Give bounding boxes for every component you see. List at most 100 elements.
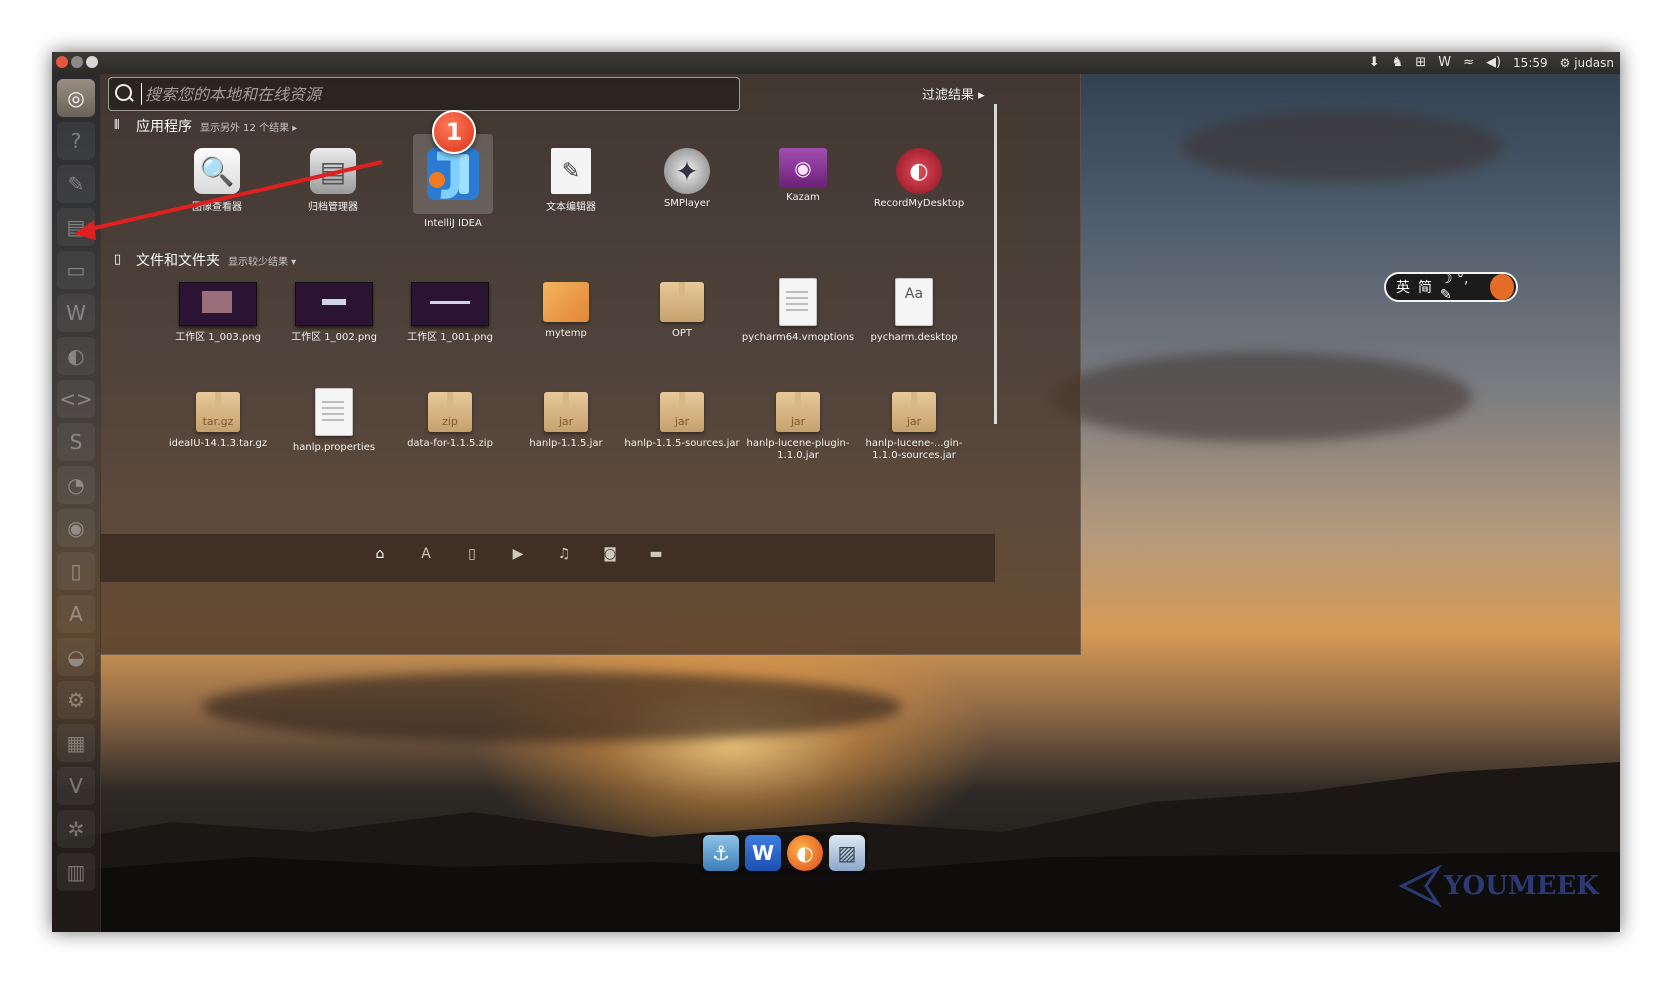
launcher-chrome-icon[interactable]: ◉ bbox=[57, 509, 95, 547]
file-label: 工作区 1_001.png bbox=[407, 332, 493, 343]
file-item[interactable]: pycharm64.vmoptions bbox=[738, 278, 858, 344]
archive-type-label: jar bbox=[790, 415, 806, 428]
file-label: 工作区 1_002.png bbox=[291, 332, 377, 343]
launcher-document-icon[interactable]: ▯ bbox=[57, 552, 95, 590]
launcher-sublime-icon[interactable]: S bbox=[57, 423, 95, 461]
app-kazam[interactable]: ◉ Kazam bbox=[748, 148, 858, 203]
app-label: Kazam bbox=[786, 192, 820, 203]
image-app-icon[interactable]: ▨ bbox=[829, 835, 865, 871]
file-label: hanlp.properties bbox=[292, 442, 376, 453]
files-lens-icon[interactable]: ▯ bbox=[464, 546, 480, 562]
file-item[interactable]: jar hanlp-lucene-...gin-1.1.0-sources.ja… bbox=[854, 392, 974, 462]
music-lens-icon[interactable]: ♫ bbox=[556, 546, 572, 562]
sogou-logo-icon[interactable] bbox=[1489, 274, 1514, 300]
file-item[interactable]: tar.gz ideaIU-14.1.3.tar.gz bbox=[158, 392, 278, 450]
anchor-app-icon[interactable]: ⚓ bbox=[703, 835, 739, 871]
text-document-icon bbox=[274, 388, 394, 436]
file-item[interactable]: OPT bbox=[622, 282, 742, 340]
volume-icon[interactable]: ◀) bbox=[1486, 55, 1501, 71]
file-item[interactable]: jar hanlp-1.1.5-sources.jar bbox=[622, 392, 742, 450]
jar-archive-icon: jar bbox=[622, 392, 742, 432]
social-lens-icon[interactable]: ▬ bbox=[648, 546, 664, 562]
home-lens-icon[interactable]: ⌂ bbox=[372, 546, 388, 562]
applications-lens-icon[interactable]: A bbox=[418, 546, 434, 562]
launcher-app-icon[interactable]: ✲ bbox=[57, 810, 95, 848]
smplayer-icon: ✦ bbox=[664, 148, 710, 194]
launcher-monitor-icon[interactable]: ▦ bbox=[57, 724, 95, 762]
app-recordmydesktop[interactable]: ◐ RecordMyDesktop bbox=[864, 148, 974, 209]
zip-archive-icon: zip bbox=[390, 392, 510, 432]
file-item[interactable]: hanlp.properties bbox=[274, 388, 394, 454]
filter-results-button[interactable]: 过滤结果 ▸ bbox=[922, 84, 985, 103]
launcher-software-center-icon[interactable]: A bbox=[57, 595, 95, 633]
jar-archive-icon: jar bbox=[506, 392, 626, 432]
tar-archive-icon: tar.gz bbox=[158, 392, 278, 432]
launcher-app-icon[interactable]: ◒ bbox=[57, 638, 95, 676]
lens-bar: ⌂ A ▯ ▶ ♫ ◙ ▬ bbox=[100, 534, 995, 582]
wps-writer-icon[interactable]: W bbox=[745, 835, 781, 871]
launcher-app-icon[interactable]: ◐ bbox=[57, 337, 95, 375]
file-item[interactable]: Aa pycharm.desktop bbox=[854, 278, 974, 344]
text-document-icon bbox=[738, 278, 858, 326]
file-label: OPT bbox=[671, 328, 692, 339]
wps-indicator-icon[interactable]: W bbox=[1438, 55, 1451, 71]
jar-archive-icon: jar bbox=[854, 392, 974, 432]
tray-app-icon[interactable]: ♞ bbox=[1392, 55, 1404, 71]
download-indicator-icon[interactable]: ⬇ bbox=[1369, 55, 1380, 71]
font-document-icon: Aa bbox=[854, 278, 974, 326]
file-item[interactable]: jar hanlp-lucene-plugin-1.1.0.jar bbox=[738, 392, 858, 462]
archive-type-label: tar.gz bbox=[202, 415, 234, 428]
clock[interactable]: 15:59 bbox=[1513, 55, 1548, 71]
file-label: pycharm.desktop bbox=[870, 332, 958, 343]
ime-language-toggle[interactable]: 英 bbox=[1396, 277, 1410, 297]
file-item[interactable]: mytemp bbox=[506, 282, 626, 340]
ime-options[interactable]: ☽ °, ✎ bbox=[1440, 271, 1482, 303]
watermark-text: YOUMEEK bbox=[1444, 871, 1599, 901]
dock-bar: ⚓ W ◐ ▨ bbox=[700, 832, 868, 874]
keyboard-indicator-icon[interactable]: ⊞ bbox=[1415, 55, 1426, 71]
package-box-icon bbox=[622, 282, 742, 322]
archive-type-label: jar bbox=[558, 415, 574, 428]
file-item[interactable]: zip data-for-1.1.5.zip bbox=[390, 392, 510, 450]
input-method-toolbar[interactable]: 英 简 ☽ °, ✎ bbox=[1384, 271, 1518, 303]
file-label: data-for-1.1.5.zip bbox=[407, 438, 493, 449]
archive-type-label: jar bbox=[906, 415, 922, 428]
cloud bbox=[1182, 112, 1502, 182]
archive-type-label: jar bbox=[674, 415, 690, 428]
username: judasn bbox=[1574, 56, 1614, 70]
launcher-printer-icon[interactable]: ▥ bbox=[57, 853, 95, 891]
app-label: 文本编辑器 bbox=[546, 202, 596, 213]
recordmydesktop-icon: ◐ bbox=[896, 148, 942, 194]
cloud bbox=[1052, 352, 1472, 442]
youmeek-watermark: YOUMEEK bbox=[1398, 864, 1599, 908]
kazam-icon: ◉ bbox=[779, 148, 827, 188]
app-smplayer[interactable]: ✦ SMPlayer bbox=[632, 148, 742, 209]
file-label: hanlp-1.1.5-sources.jar bbox=[624, 438, 740, 449]
watermark-logo-icon bbox=[1398, 864, 1442, 908]
firefox-icon[interactable]: ◐ bbox=[787, 835, 823, 871]
text-editor-icon: ✎ bbox=[551, 148, 591, 194]
photo-lens-icon[interactable]: ◙ bbox=[602, 546, 618, 562]
red-annotation-arrow bbox=[74, 160, 383, 240]
jar-archive-icon: jar bbox=[738, 392, 858, 432]
wifi-icon[interactable]: ≈ bbox=[1463, 55, 1474, 71]
app-text-editor[interactable]: ✎ 文本编辑器 bbox=[516, 148, 626, 213]
file-item[interactable]: jar hanlp-1.1.5.jar bbox=[506, 392, 626, 450]
launcher-code-icon[interactable]: <> bbox=[57, 380, 95, 418]
user-menu[interactable]: ⚙ judasn bbox=[1560, 55, 1614, 71]
cloud bbox=[202, 672, 902, 742]
file-label: ideaIU-14.1.3.tar.gz bbox=[168, 438, 268, 449]
file-label: 工作区 1_003.png bbox=[175, 332, 261, 343]
file-label: mytemp bbox=[545, 328, 587, 339]
launcher-settings-icon[interactable]: ⚙ bbox=[57, 681, 95, 719]
video-lens-icon[interactable]: ▶ bbox=[510, 546, 526, 562]
dash-scrollbar[interactable] bbox=[994, 104, 997, 424]
file-label: hanlp-1.1.5.jar bbox=[529, 438, 603, 449]
folder-icon bbox=[506, 282, 626, 322]
archive-type-label: zip bbox=[442, 415, 458, 428]
ime-charset-toggle[interactable]: 简 bbox=[1418, 277, 1432, 297]
file-label: hanlp-lucene-...gin-1.1.0-sources.jar bbox=[865, 438, 963, 461]
launcher-app-icon[interactable]: ◔ bbox=[57, 466, 95, 504]
desktop-screen: ⬇ ♞ ⊞ W ≈ ◀) 15:59 ⚙ judasn ◎ ? ✎ ▤ ▭ W … bbox=[52, 52, 1620, 932]
launcher-vim-icon[interactable]: V bbox=[57, 767, 95, 805]
